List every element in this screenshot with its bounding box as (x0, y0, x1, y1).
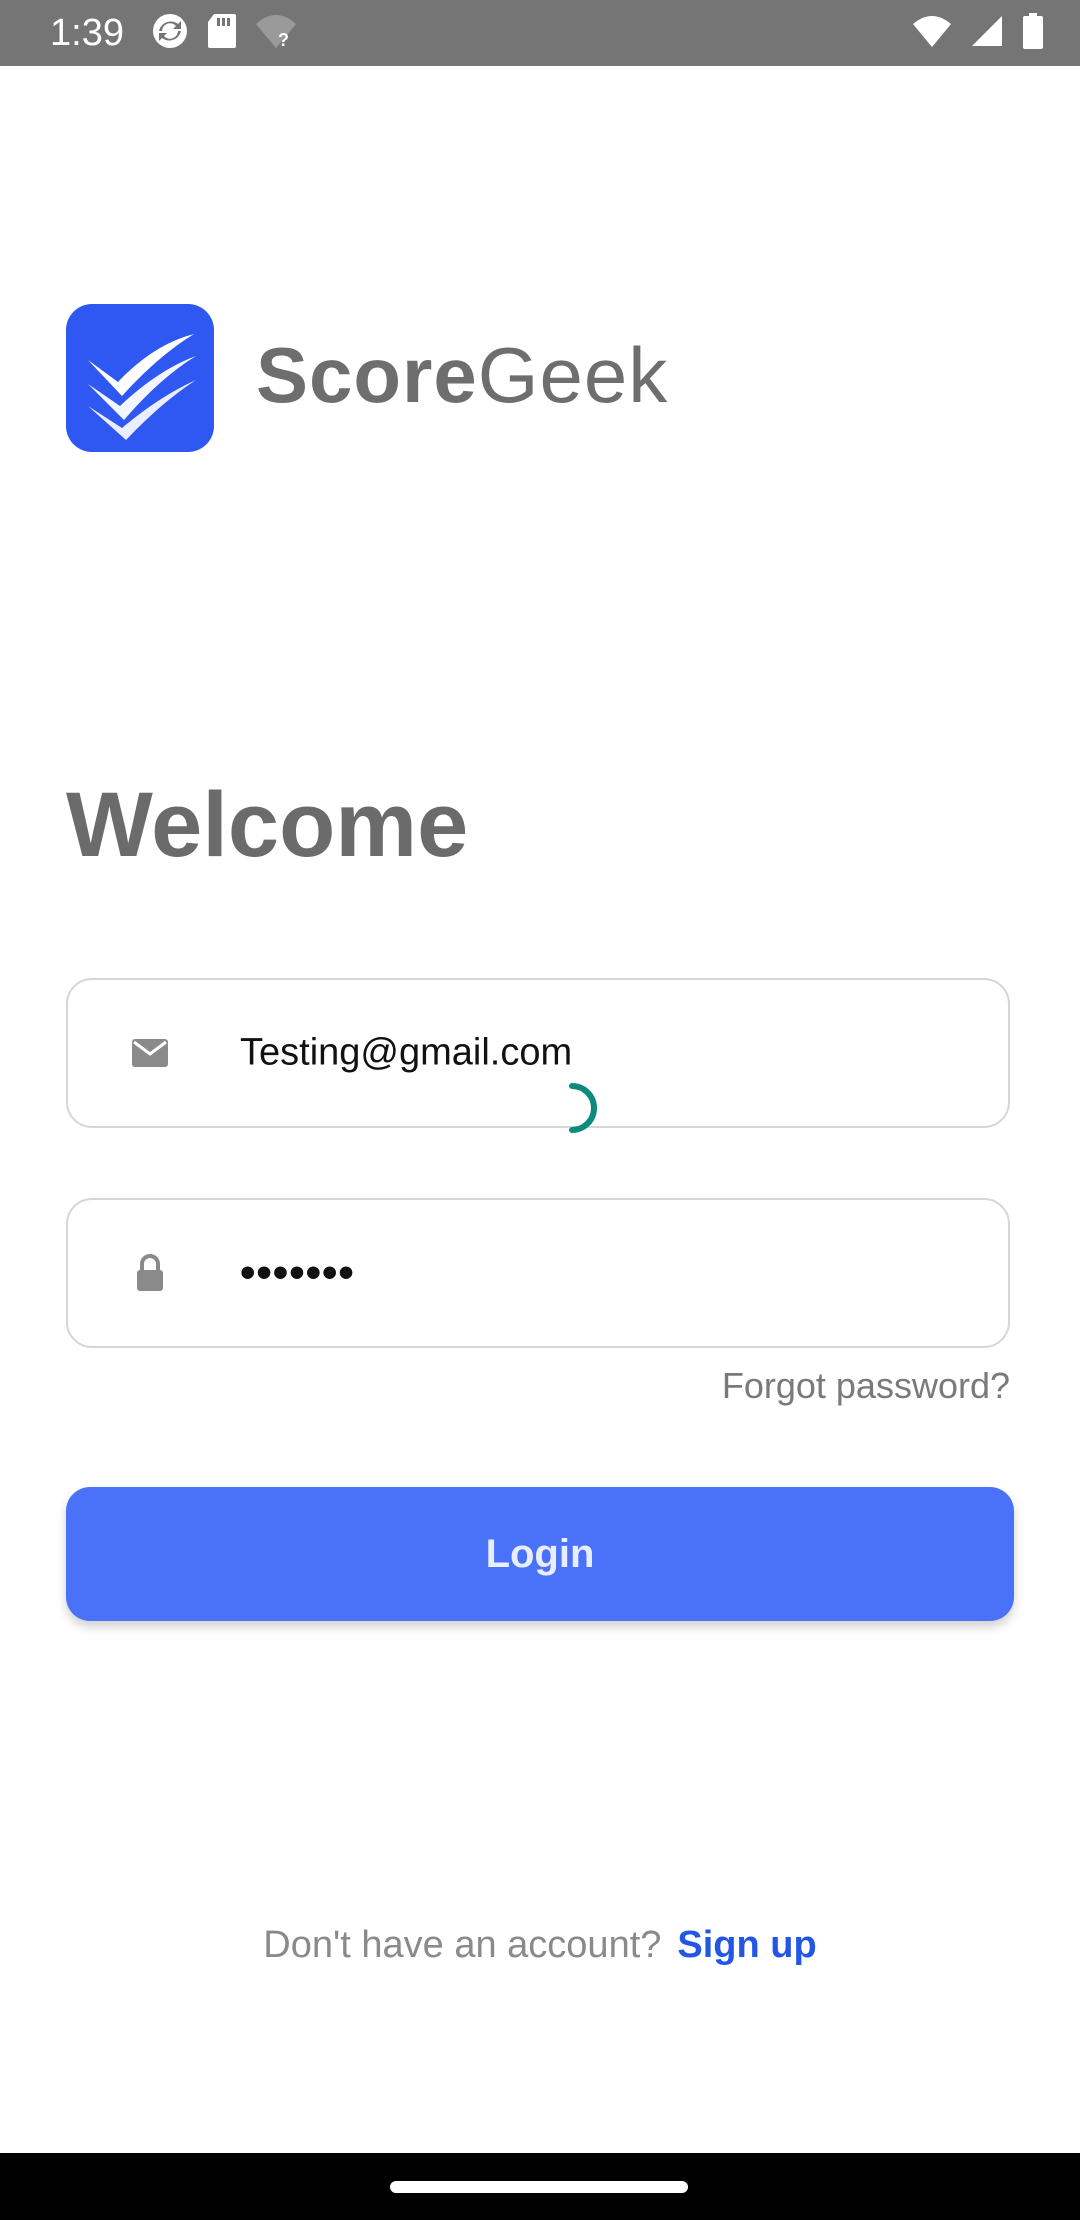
sync-icon (150, 11, 190, 56)
spinner-icon (548, 1080, 604, 1136)
signup-link[interactable]: Sign up (677, 1920, 816, 1970)
login-button[interactable]: Login (66, 1487, 1014, 1621)
wifi-icon (912, 14, 952, 53)
signal-icon (970, 14, 1004, 53)
email-field[interactable]: Testing@gmail.com (66, 978, 1010, 1128)
brand-name-light: Geek (477, 331, 669, 419)
forgot-password-link[interactable]: Forgot password? (722, 1362, 1010, 1410)
status-icons-left: ? (150, 12, 298, 54)
navigation-bar (0, 2153, 1080, 2220)
mail-icon (130, 1033, 170, 1073)
status-icons-right (912, 12, 1044, 54)
brand-name: ScoreGeek (256, 330, 668, 420)
status-bar: 1:39 ? (0, 0, 1080, 66)
home-gesture-handle[interactable] (390, 2181, 688, 2193)
sd-card-icon (206, 12, 238, 55)
brand-name-bold: Score (256, 331, 478, 419)
status-time: 1:39 (50, 12, 124, 54)
svg-text:?: ? (278, 30, 289, 50)
page-title: Welcome (66, 774, 469, 876)
battery-icon (1022, 12, 1044, 54)
login-screen: 1:39 ? ScoreGeek Welcome Testing@gmail.c… (0, 0, 1080, 2220)
password-field[interactable]: ••••••• (66, 1198, 1010, 1348)
email-value: Testing@gmail.com (240, 1031, 573, 1074)
app-logo-icon (66, 304, 214, 452)
signup-prompt: Don't have an account? (263, 1924, 662, 1966)
password-value: ••••••• (240, 1248, 355, 1297)
wifi-question-icon: ? (254, 12, 298, 55)
signup-row: Don't have an account? Sign up (0, 1920, 1080, 1970)
lock-icon (130, 1253, 170, 1293)
